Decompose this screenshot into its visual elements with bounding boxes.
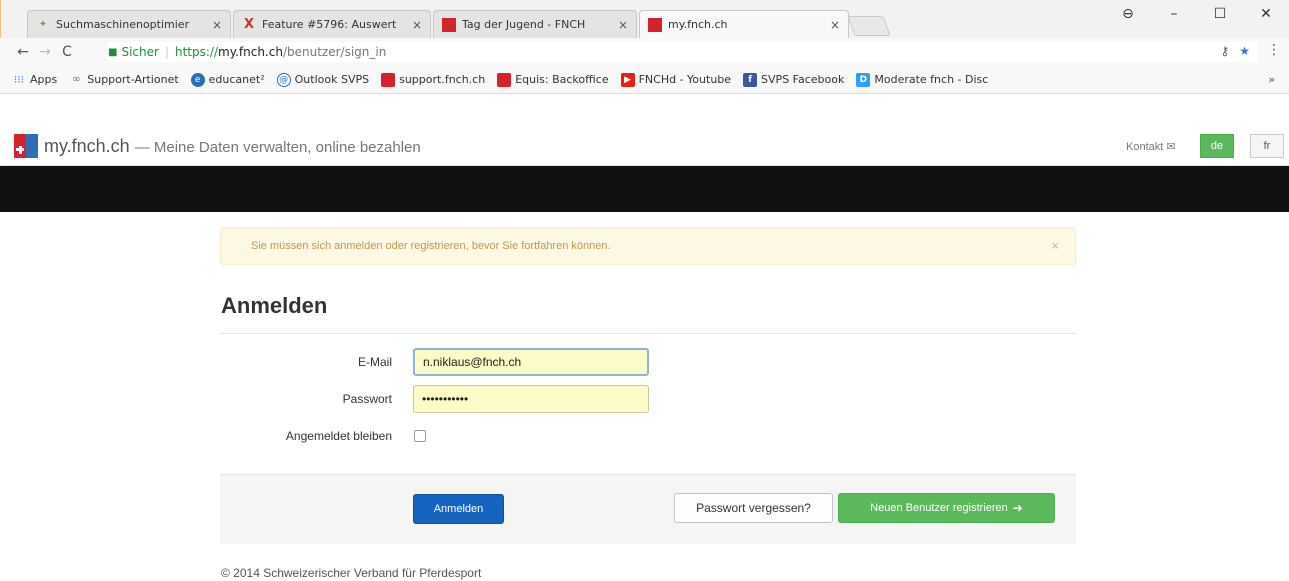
url-host: my.fnch.ch xyxy=(218,45,283,59)
close-icon[interactable]: ✕ xyxy=(1243,6,1289,22)
fnch-icon xyxy=(442,17,456,32)
remember-me-checkbox[interactable] xyxy=(414,430,426,442)
bookmark-youtube[interactable]: ▶ FNCHd - Youtube xyxy=(620,72,732,87)
bookmark-label: Apps xyxy=(30,73,58,86)
browser-menu-icon[interactable]: ⋮ xyxy=(1267,42,1281,58)
navigation-bar xyxy=(0,166,1289,212)
tab-close-icon[interactable]: × xyxy=(830,18,840,32)
site-brand[interactable]: my.fnch.ch — Meine Daten verwalten, onli… xyxy=(44,136,421,157)
language-fr-button[interactable]: fr xyxy=(1250,134,1284,158)
artionet-icon: ✦ xyxy=(38,19,48,30)
forgot-password-button[interactable]: Passwort vergessen? xyxy=(674,493,833,523)
bookmark-apps[interactable]: ⁝⁝⁝ Apps xyxy=(12,73,57,87)
brand-name: my.fnch.ch xyxy=(44,136,130,156)
maximize-icon[interactable]: ☐ xyxy=(1197,6,1243,22)
reload-icon[interactable]: C xyxy=(56,44,78,60)
artionet-icon: ∞ xyxy=(72,74,81,85)
facebook-icon: f xyxy=(743,72,758,87)
fnch-icon xyxy=(381,72,396,87)
bookmark-label: FNCHd - Youtube xyxy=(638,73,732,86)
tab-title: Feature #5796: Auswert xyxy=(262,18,397,31)
tab-close-icon[interactable]: × xyxy=(412,18,422,32)
site-header: my.fnch.ch — Meine Daten verwalten, onli… xyxy=(0,126,1289,166)
bookmark-outlook[interactable]: @ Outlook SVPS xyxy=(276,72,370,87)
url-path: /benutzer/sign_in xyxy=(282,45,387,59)
sign-in-button[interactable]: Anmelden xyxy=(413,494,504,524)
disqus-icon: D xyxy=(856,72,871,87)
footer-copyright: © 2014 Schweizerischer Verband für Pferd… xyxy=(221,566,482,580)
new-tab-button[interactable] xyxy=(847,16,891,36)
email-field[interactable] xyxy=(413,348,649,376)
redmine-x-icon: X xyxy=(243,17,255,32)
alert-message: Sie müssen sich anmelden oder registrier… xyxy=(251,240,611,252)
bookmark-disqus[interactable]: D Moderate fnch - Disc xyxy=(856,72,989,87)
browser-tab-1[interactable]: ✦ Suchmaschinenoptimier × xyxy=(27,10,231,38)
browser-toolbar: ← → C ■ Sicher | https:// my.fnch.ch /be… xyxy=(0,38,1289,66)
brand-tagline: — Meine Daten verwalten, online bezahlen xyxy=(134,139,421,156)
youtube-icon: ▶ xyxy=(620,72,635,87)
secure-label: Sicher xyxy=(121,45,159,59)
profile-icon[interactable]: ⊖ xyxy=(1105,6,1151,22)
back-arrow-icon[interactable]: ← xyxy=(12,44,34,60)
tab-close-icon[interactable]: × xyxy=(618,18,628,32)
page-title: Anmelden xyxy=(221,293,328,318)
browser-tab-active[interactable]: my.fnch.ch × xyxy=(639,10,849,38)
password-label: Passwort xyxy=(342,392,392,406)
contact-link[interactable]: Kontakt ✉ xyxy=(1126,140,1176,153)
heading-divider xyxy=(220,333,1076,334)
bookmark-label: SVPS Facebook xyxy=(761,73,845,86)
minimize-icon[interactable]: – xyxy=(1151,6,1197,22)
bookmark-star-icon[interactable]: ★ xyxy=(1239,44,1250,58)
fnch-icon xyxy=(497,72,512,87)
educanet-icon: e xyxy=(190,72,205,87)
bookmark-label: educanet² xyxy=(208,73,265,86)
alert-close-icon[interactable]: × xyxy=(1051,238,1059,253)
browser-tab-2[interactable]: X Feature #5796: Auswert × xyxy=(233,10,431,38)
bookmark-support-artionet[interactable]: ∞ Support-Artionet xyxy=(69,73,179,87)
tab-title: Suchmaschinenoptimier xyxy=(56,18,190,31)
address-bar[interactable]: ■ Sicher | https:// my.fnch.ch /benutzer… xyxy=(108,42,1258,62)
lock-icon: ■ xyxy=(108,46,118,58)
fnch-icon xyxy=(648,17,662,32)
bookmark-label: Outlook SVPS xyxy=(294,73,370,86)
fnch-logo[interactable] xyxy=(14,134,38,158)
bookmark-equis[interactable]: Equis: Backoffice xyxy=(497,72,609,87)
bookmark-support-fnch[interactable]: support.fnch.ch xyxy=(381,72,486,87)
apps-grid-icon: ⁝⁝⁝ xyxy=(13,73,25,86)
bookmark-label: Moderate fnch - Disc xyxy=(874,73,989,86)
tab-close-icon[interactable]: × xyxy=(212,18,222,32)
register-label: Neuen Benutzer registrieren xyxy=(870,502,1008,514)
address-separator: | xyxy=(164,45,169,59)
bookmark-label: support.fnch.ch xyxy=(399,73,486,86)
tab-title: my.fnch.ch xyxy=(668,18,728,31)
email-label: E-Mail xyxy=(357,355,392,369)
arrow-right-icon: ➔ xyxy=(1012,501,1023,515)
tab-title: Tag der Jugend - FNCH xyxy=(462,18,586,31)
address-bar-actions: ⚷ ★ xyxy=(1220,44,1250,58)
outlook-icon: @ xyxy=(276,72,291,87)
bookmark-educanet[interactable]: e educanet² xyxy=(190,72,265,87)
register-button[interactable]: Neuen Benutzer registrieren ➔ xyxy=(838,493,1055,523)
forward-arrow-icon[interactable]: → xyxy=(34,44,56,60)
bookmark-facebook[interactable]: f SVPS Facebook xyxy=(743,72,845,87)
password-field[interactable] xyxy=(413,385,649,413)
key-icon[interactable]: ⚷ xyxy=(1220,44,1229,58)
language-de-button[interactable]: de xyxy=(1200,134,1234,158)
bookmark-label: Equis: Backoffice xyxy=(515,73,609,86)
browser-tab-3[interactable]: Tag der Jugend - FNCH × xyxy=(433,10,637,38)
browser-titlebar: ✦ Suchmaschinenoptimier × X Feature #579… xyxy=(0,0,1289,38)
warning-alert: Sie müssen sich anmelden oder registrier… xyxy=(220,227,1076,265)
bookmarks-more-icon[interactable]: » xyxy=(1268,73,1275,86)
bookmarks-bar: ⁝⁝⁝ Apps ∞ Support-Artionet e educanet² … xyxy=(0,66,1289,94)
url-scheme: https:// xyxy=(174,45,218,59)
window-controls: ⊖ – ☐ ✕ xyxy=(1105,6,1289,22)
remember-me-label: Angemeldet bleiben xyxy=(285,429,392,443)
bookmark-label: Support-Artionet xyxy=(87,73,179,86)
